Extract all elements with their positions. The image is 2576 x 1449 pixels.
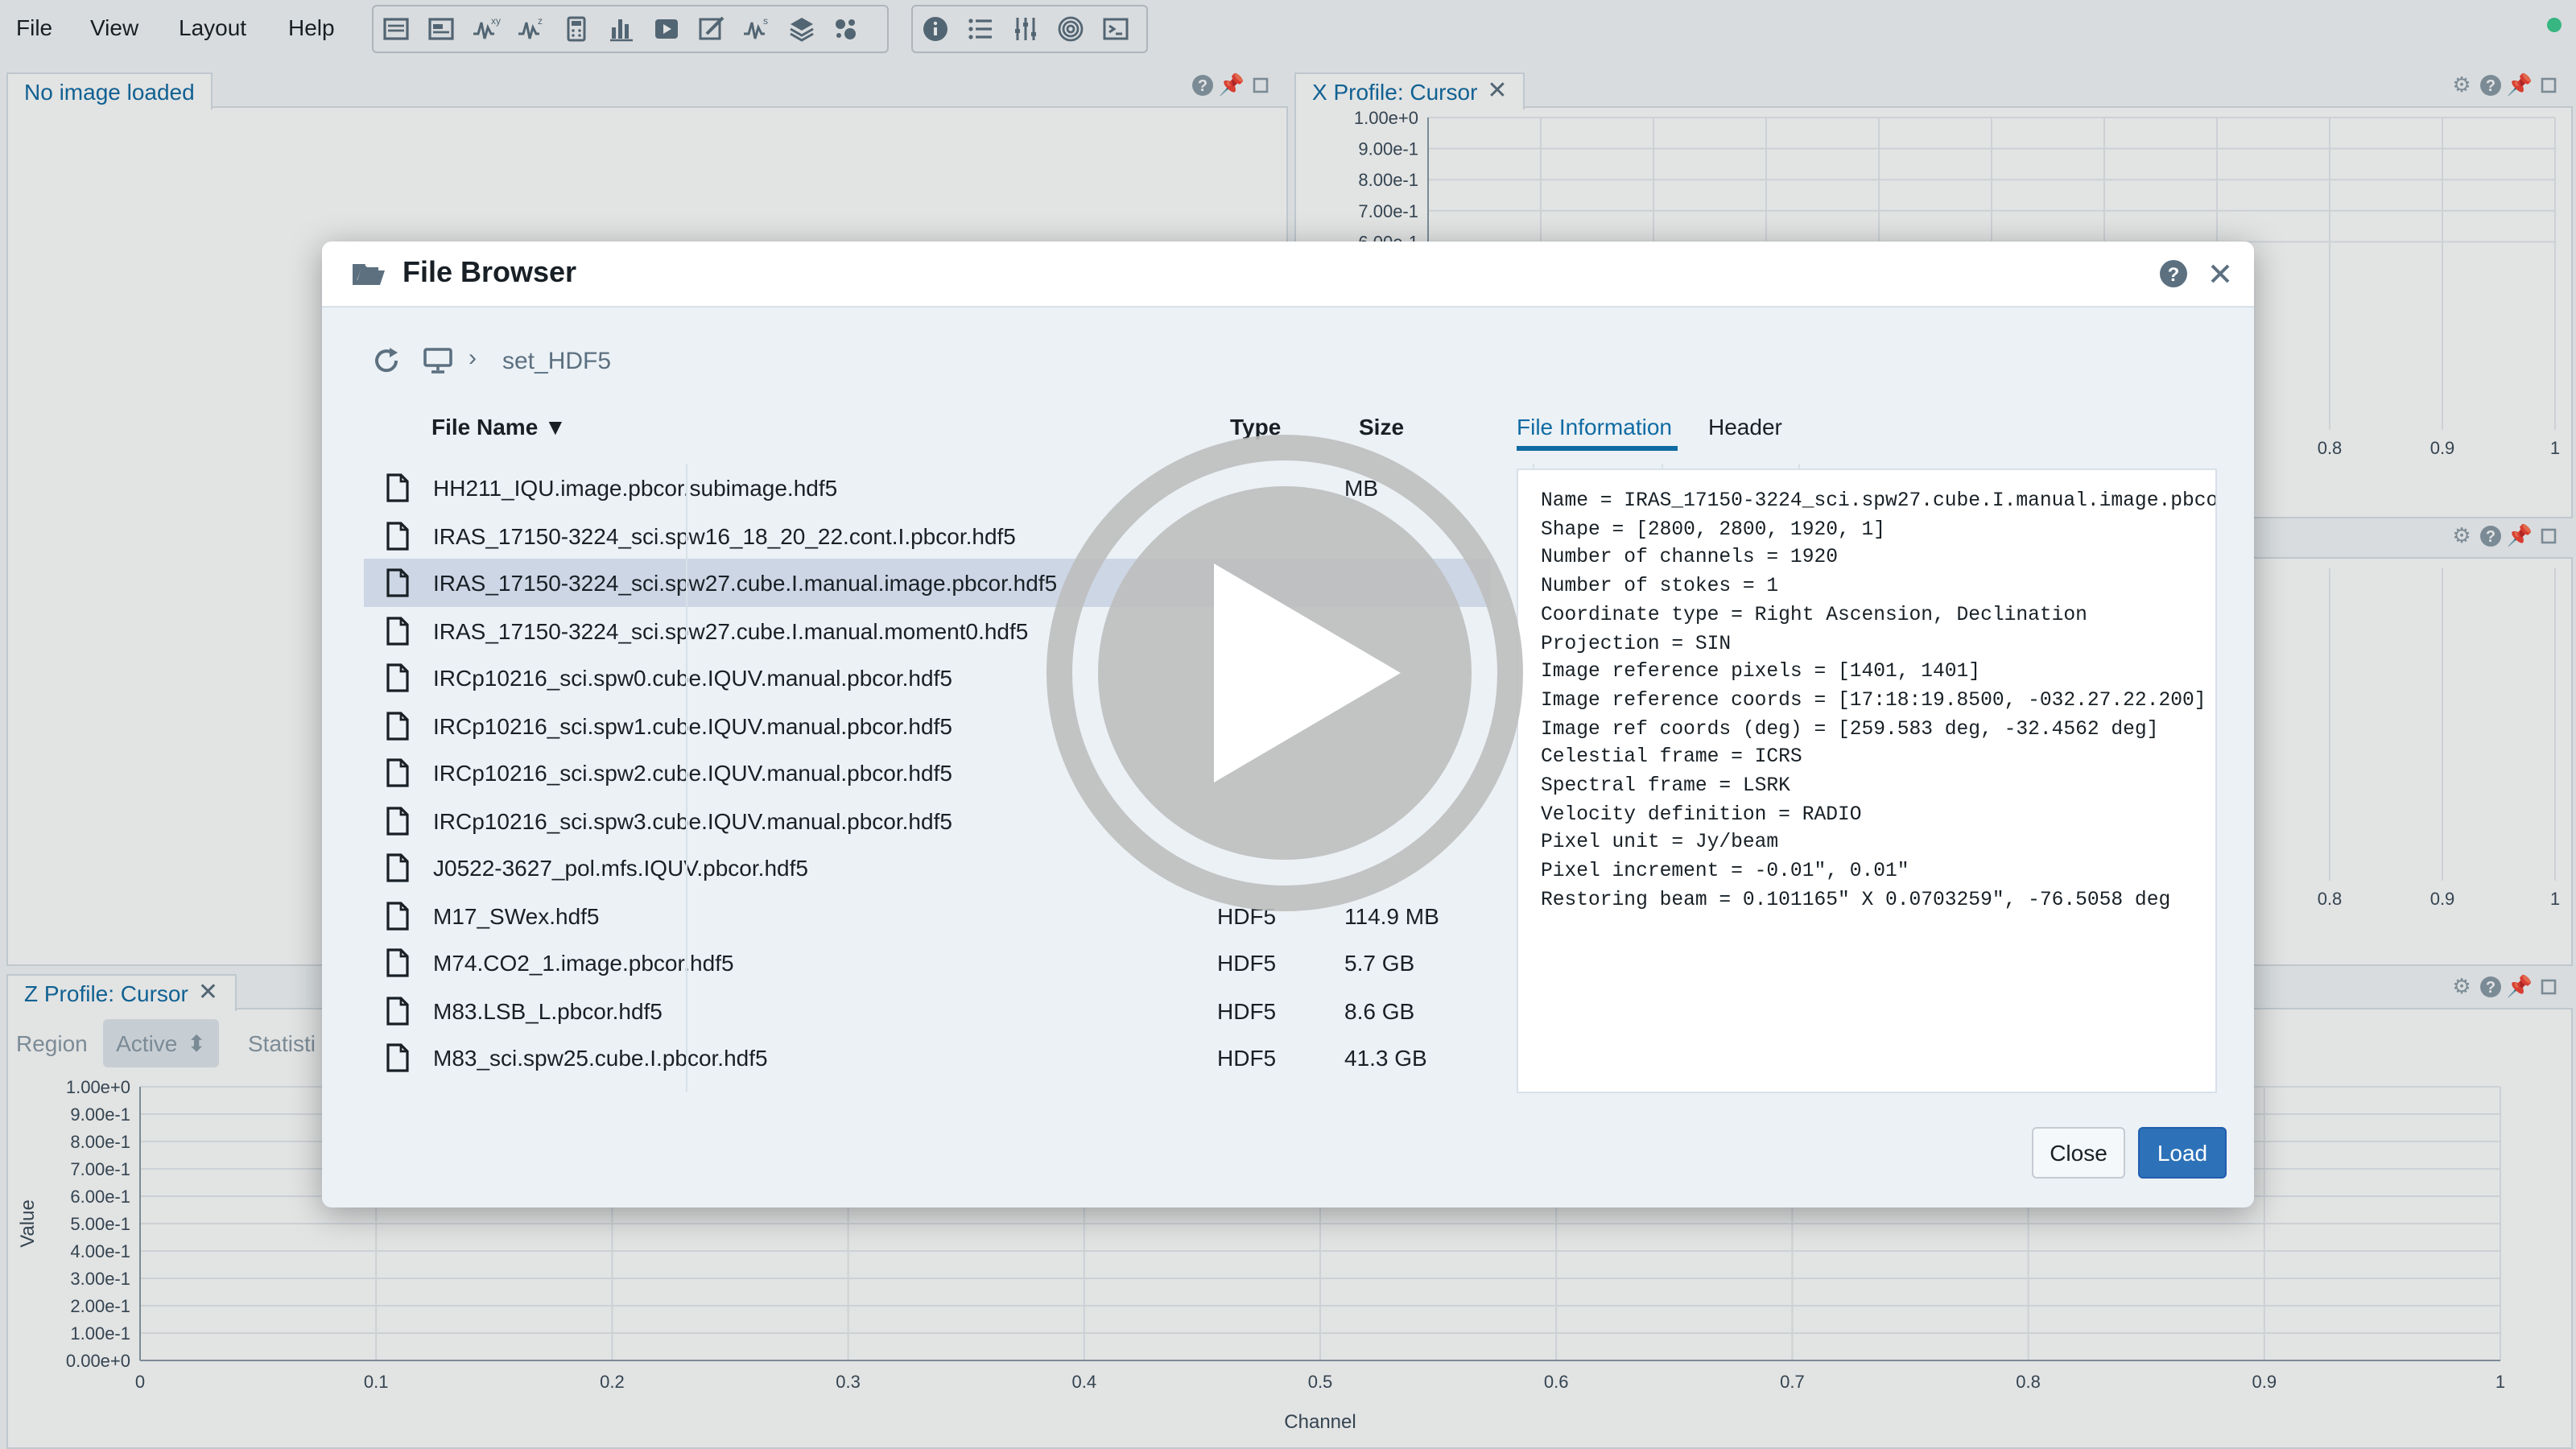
- document-icon: [386, 616, 409, 645]
- file-info-line: Image ref coords (deg) = [259.583 deg, -…: [1541, 717, 2159, 741]
- active-tab-indicator: [1517, 446, 1678, 451]
- file-size: 41.3 GB: [1344, 1045, 1427, 1071]
- folder-open-icon: [353, 264, 385, 285]
- file-name: IRAS_17150-3224_sci.spw27.cube.I.manual.…: [433, 570, 1058, 596]
- document-icon: [386, 663, 409, 692]
- file-size: 8.6 GB: [1344, 997, 1415, 1023]
- file-name: IRAS_17150-3224_sci.spw27.cube.I.manual.…: [433, 617, 1029, 643]
- document-icon: [386, 711, 409, 740]
- file-type: HDF5: [1217, 997, 1277, 1023]
- load-button[interactable]: Load: [2138, 1127, 2227, 1179]
- document-icon: [386, 521, 409, 550]
- file-info-line: Velocity definition = RADIO: [1541, 803, 1862, 826]
- document-icon: [386, 758, 409, 787]
- file-row[interactable]: M74.CO2_1.image.pbcor.hdf5 HDF5 5.7 GB: [364, 939, 1491, 987]
- file-name: HH211_IQU.image.pbcor.subimage.hdf5: [433, 475, 838, 501]
- file-name: IRCp10216_sci.spw2.cube.IQUV.manual.pbco…: [433, 760, 952, 786]
- file-name: IRCp10216_sci.spw1.cube.IQUV.manual.pbco…: [433, 712, 952, 738]
- dialog-header: File Browser ?: [322, 242, 2254, 308]
- file-information-box: Name = IRAS_17150-3224_sci.spw27.cube.I.…: [1517, 469, 2217, 1093]
- document-icon: [386, 1043, 409, 1072]
- file-info-line: Image reference coords = [17:18:19.8500,…: [1541, 688, 2207, 712]
- file-row[interactable]: M83_sci.spw25.cube.I.pbcor.hdf5 HDF5 41.3 …: [364, 1034, 1491, 1082]
- dialog-title: File Browser: [402, 256, 577, 288]
- file-name: J0522-3627_pol.mfs.IQUV.pbcor.hdf5: [433, 855, 808, 881]
- close-button[interactable]: Close: [2032, 1127, 2125, 1179]
- file-name: IRCp10216_sci.spw3.cube.IQUV.manual.pbco…: [433, 807, 952, 833]
- play-video-icon[interactable]: [1043, 431, 1526, 914]
- tab-header[interactable]: Header: [1708, 414, 1782, 440]
- file-info-line: Celestial frame = ICRS: [1541, 745, 1802, 769]
- breadcrumb-folder[interactable]: set_HDF5: [502, 348, 611, 375]
- file-info-line: Number of stokes = 1: [1541, 575, 1779, 598]
- file-info-line: Shape = [2800, 2800, 1920, 1]: [1541, 518, 1886, 541]
- file-info-line: Spectral frame = LSRK: [1541, 774, 1790, 797]
- file-row[interactable]: M83.LSB_L.pbcor.hdf5 HDF5 8.6 GB: [364, 986, 1491, 1034]
- file-name: M83_sci.spw25.cube.I.pbcor.hdf5: [433, 1045, 768, 1071]
- list-left-divider: [686, 464, 687, 1092]
- file-type: HDF5: [1217, 950, 1277, 976]
- file-name: IRCp10216_sci.spw0.cube.IQUV.manual.pbco…: [433, 665, 952, 691]
- file-info-line: Projection = SIN: [1541, 632, 1732, 654]
- file-name: M74.CO2_1.image.pbcor.hdf5: [433, 950, 734, 976]
- document-icon: [386, 948, 409, 977]
- desktop-icon[interactable]: [423, 346, 452, 375]
- help-icon[interactable]: ?: [2159, 259, 2188, 288]
- refresh-icon[interactable]: [370, 345, 402, 377]
- document-icon: [386, 853, 409, 882]
- close-icon[interactable]: [2209, 262, 2231, 285]
- file-info-line: Number of channels = 1920: [1541, 546, 1838, 569]
- document-icon: [386, 901, 409, 930]
- file-info-line: Coordinate type = Right Ascension, Decli…: [1541, 603, 2087, 626]
- file-name: M83.LSB_L.pbcor.hdf5: [433, 997, 663, 1023]
- document-icon: [386, 996, 409, 1025]
- file-size: 5.7 GB: [1344, 950, 1415, 976]
- svg-text:?: ?: [2168, 264, 2180, 286]
- column-header-name[interactable]: File Name ▼: [431, 414, 567, 440]
- document-icon: [386, 473, 409, 502]
- chevron-right-icon: ›: [469, 345, 477, 372]
- file-name: IRAS_17150-3224_sci.spw16_18_20_22.cont.…: [433, 522, 1016, 548]
- document-icon: [386, 806, 409, 835]
- file-info-line: Name = IRAS_17150-3224_sci.spw27.cube.I.…: [1541, 489, 2217, 512]
- file-type: HDF5: [1217, 1045, 1277, 1071]
- file-info-line: Image reference pixels = [1401, 1401]: [1541, 660, 1981, 683]
- file-info-line: Pixel increment = -0.01", 0.01": [1541, 860, 1909, 883]
- file-name: M17_SWex.hdf5: [433, 902, 600, 928]
- document-icon: [386, 568, 409, 597]
- file-info-line: Restoring beam = 0.101165" X 0.0703259",…: [1541, 888, 2171, 911]
- tab-file-information[interactable]: File Information: [1517, 414, 1672, 440]
- file-info-line: Pixel unit = Jy/beam: [1541, 831, 1779, 854]
